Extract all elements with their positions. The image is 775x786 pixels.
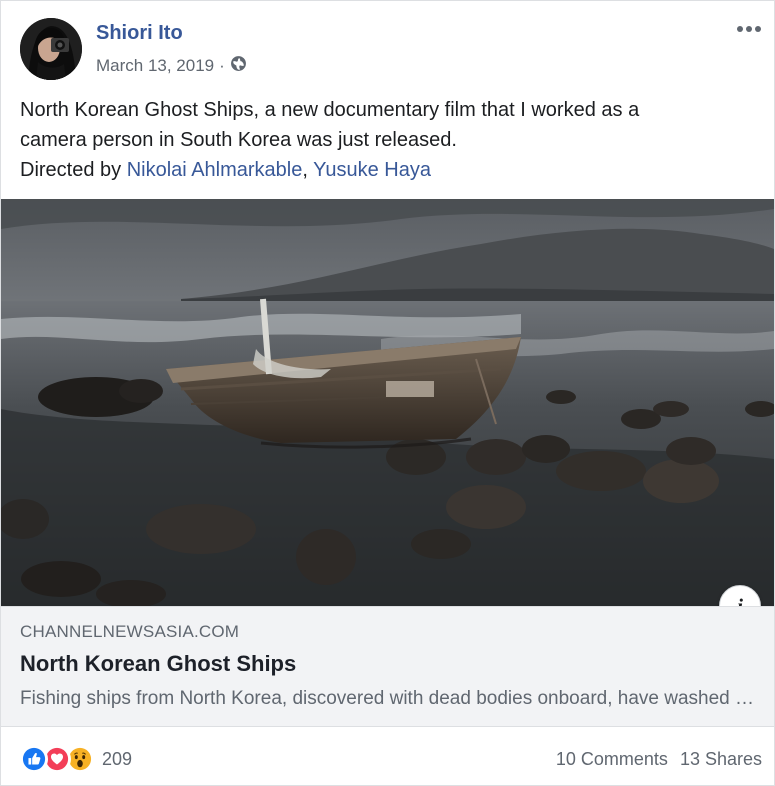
engagement-counts: 10 Comments 13 Shares <box>556 749 762 770</box>
post-footer: 209 10 Comments 13 Shares <box>20 741 762 777</box>
link-domain: CHANNELNEWSASIA.COM <box>20 622 240 641</box>
avatar-image <box>20 18 82 80</box>
like-icon <box>20 745 48 773</box>
comments-count-link[interactable]: 10 Comments <box>556 749 668 770</box>
director-link-1[interactable]: Nikolai Ahlmarkable <box>127 159 303 181</box>
post-meta: March 13, 2019 · <box>96 55 247 77</box>
reaction-count: 209 <box>102 748 133 769</box>
post-card: Shiori Ito March 13, 2019 · North Korean… <box>0 0 775 786</box>
director-link-2[interactable]: Yusuke Haya <box>313 159 431 181</box>
credit-separator: , <box>302 159 314 181</box>
directed-by-label: Directed by <box>20 159 127 181</box>
post-credits: Directed by Nikolai Ahlmarkable, Yusuke … <box>20 155 760 185</box>
post-text-line: camera person in South Korea was just re… <box>20 129 457 151</box>
link-description: Fishing ships from North Korea, discover… <box>20 688 755 709</box>
link-preview-image[interactable] <box>1 199 774 606</box>
more-options-icon[interactable] <box>734 18 764 40</box>
meta-separator: · <box>219 56 225 75</box>
link-title[interactable]: North Korean Ghost Ships <box>20 651 296 677</box>
author-name[interactable]: Shiori Ito <box>96 22 183 45</box>
post-text: North Korean Ghost Ships, a new document… <box>20 95 760 185</box>
post-text-line: North Korean Ghost Ships, a new document… <box>20 99 640 121</box>
link-preview[interactable]: CHANNELNEWSASIA.COM North Korean Ghost S… <box>1 606 774 727</box>
post-date[interactable]: March 13, 2019 <box>96 56 214 76</box>
shares-count-link[interactable]: 13 Shares <box>680 749 762 770</box>
avatar[interactable] <box>20 18 82 80</box>
post-header: Shiori Ito March 13, 2019 · <box>20 18 764 82</box>
globe-icon[interactable] <box>230 55 247 77</box>
reactions-summary[interactable]: 209 <box>20 745 132 773</box>
